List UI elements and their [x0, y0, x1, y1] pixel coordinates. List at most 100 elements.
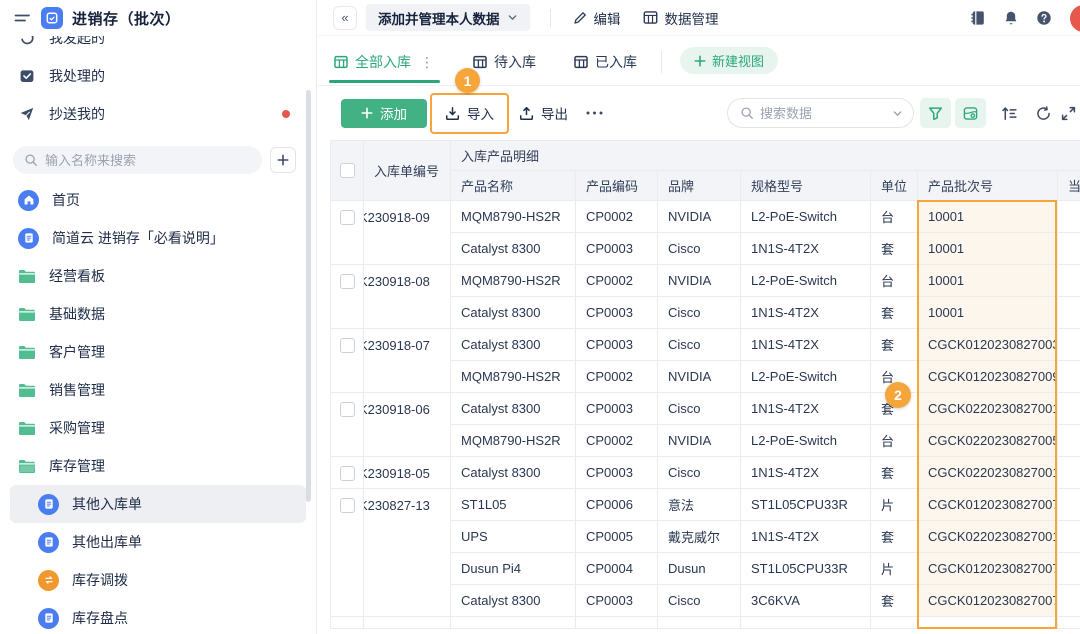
- cell-unit[interactable]: 套: [871, 297, 918, 329]
- cell-product-name[interactable]: MQM8790-HS2R: [451, 201, 576, 233]
- cell-batch-no[interactable]: CGCK0120230827003: [918, 329, 1058, 361]
- cell-batch-no[interactable]: CGCK0120230827007: [918, 553, 1058, 585]
- hamburger-menu-icon[interactable]: [14, 11, 32, 25]
- cell-product-code[interactable]: CP0002: [576, 425, 658, 457]
- cell-batch-no[interactable]: CGCK0220230827001: [918, 457, 1058, 489]
- cell-product-name[interactable]: MQM8790-HS2R: [451, 361, 576, 393]
- cell-brand[interactable]: Dusun: [658, 553, 741, 585]
- chevron-down-icon[interactable]: [892, 108, 903, 119]
- row-checkbox[interactable]: [331, 329, 364, 393]
- permission-mode-dropdown[interactable]: 添加并管理本人数据: [366, 4, 530, 31]
- cell-batch-no[interactable]: 10001: [918, 265, 1058, 297]
- cell-product-name[interactable]: MQM8790-HS2R: [451, 425, 576, 457]
- cell-spec[interactable]: L2-PoE-Switch: [741, 201, 871, 233]
- cell-product-code[interactable]: CP0003: [576, 329, 658, 361]
- cell-spec[interactable]: 1N1S-4T2X: [741, 393, 871, 425]
- filter-button[interactable]: [920, 98, 951, 128]
- table-row[interactable]: K230918-08MQM8790-HS2RCP0002NVIDIAL2-PoE…: [331, 265, 1080, 297]
- cell-product-code[interactable]: CP0006: [576, 489, 658, 521]
- cell-brand[interactable]: Cisco: [658, 585, 741, 617]
- cell-current-clipped[interactable]: [1058, 233, 1080, 265]
- cell-product-name[interactable]: Catalyst 8300: [451, 233, 576, 265]
- cell-batch-no[interactable]: CGCK0220230827001: [918, 521, 1058, 553]
- cell-product-code[interactable]: CP0002: [576, 265, 658, 297]
- sidebar-subitem[interactable]: 库存盘点: [10, 599, 306, 634]
- cell-unit[interactable]: 套: [871, 457, 918, 489]
- cell-product-name[interactable]: Catalyst 8300: [451, 393, 576, 425]
- cell-current-clipped[interactable]: [1058, 489, 1080, 521]
- sidebar-item-nav[interactable]: 采购管理: [10, 409, 306, 447]
- cell-spec[interactable]: 1N1S-4T2X: [741, 329, 871, 361]
- cell-product-code[interactable]: CP0004: [576, 553, 658, 585]
- cell-brand[interactable]: 意法: [658, 489, 741, 521]
- sidebar-item-workflow[interactable]: 我处理的: [10, 57, 306, 95]
- sort-button[interactable]: [1001, 106, 1017, 121]
- tab-pending-inbound[interactable]: 待入库: [471, 44, 538, 80]
- cell-spec[interactable]: L2-PoE-Switch: [741, 265, 871, 297]
- cell-product-code[interactable]: CP0003: [576, 585, 658, 617]
- table-row[interactable]: K230918-09MQM8790-HS2RCP0002NVIDIAL2-PoE…: [331, 201, 1080, 233]
- cell-product-code[interactable]: CP0002: [576, 361, 658, 393]
- cell-unit[interactable]: 套: [871, 521, 918, 553]
- cell-brand[interactable]: NVIDIA: [658, 201, 741, 233]
- sidebar-item-workflow[interactable]: 抄送我的: [10, 95, 306, 133]
- cell-current-clipped[interactable]: [1058, 585, 1080, 617]
- cell-current-clipped[interactable]: [1058, 329, 1080, 361]
- data-manage-button[interactable]: 数据管理: [643, 8, 719, 28]
- sidebar-subitem[interactable]: 其他出库单: [10, 523, 306, 561]
- cell-unit[interactable]: 片: [871, 553, 918, 585]
- cell-batch-no[interactable]: CGCK0120230827007: [918, 489, 1058, 521]
- import-button[interactable]: 导入: [430, 93, 509, 134]
- cell-spec[interactable]: ST1L05CPU33R: [741, 553, 871, 585]
- cell-order-no[interactable]: K230918-07: [364, 329, 451, 393]
- help-icon[interactable]: [1036, 10, 1052, 26]
- cell-current-clipped[interactable]: [1058, 393, 1080, 425]
- cell-unit[interactable]: 台: [871, 201, 918, 233]
- sidebar-subitem[interactable]: 库存调拨: [10, 561, 306, 599]
- table-row[interactable]: K230918-07Catalyst 8300CP0003Cisco1N1S-4…: [331, 329, 1080, 361]
- cell-product-name[interactable]: MQM8790-HS2R: [451, 265, 576, 297]
- contacts-icon[interactable]: [970, 10, 986, 26]
- cell-current-clipped[interactable]: [1058, 201, 1080, 233]
- row-checkbox[interactable]: [331, 393, 364, 457]
- tab-more-icon[interactable]: ⋮: [420, 54, 435, 71]
- cell-unit[interactable]: 台: [871, 425, 918, 457]
- cell-current-clipped[interactable]: [1058, 425, 1080, 457]
- cell-product-name[interactable]: ST1L05: [451, 489, 576, 521]
- cell-spec[interactable]: 3C6KVA: [741, 585, 871, 617]
- cell-order-no[interactable]: K230918-09: [364, 201, 451, 265]
- cell-product-code[interactable]: CP0002: [576, 201, 658, 233]
- cell-order-no[interactable]: K230918-06: [364, 393, 451, 457]
- cell-brand[interactable]: Cisco: [658, 297, 741, 329]
- new-view-button[interactable]: 新建视图: [680, 47, 778, 74]
- cell-product-name[interactable]: UPS: [451, 521, 576, 553]
- sidebar-item-nav[interactable]: 基础数据: [10, 295, 306, 333]
- sidebar-scrollbar[interactable]: [306, 90, 311, 502]
- sidebar-item-nav[interactable]: 首页: [10, 181, 306, 219]
- sidebar-item-nav[interactable]: 库存管理: [10, 447, 306, 485]
- cell-brand[interactable]: NVIDIA: [658, 361, 741, 393]
- cell-order-no[interactable]: K230827-13: [364, 489, 451, 617]
- row-checkbox[interactable]: [331, 489, 364, 617]
- cell-batch-no[interactable]: CGCK0220230827001: [918, 393, 1058, 425]
- row-checkbox[interactable]: [331, 265, 364, 329]
- edit-button[interactable]: 编辑: [573, 8, 621, 28]
- cell-unit[interactable]: 台: [871, 265, 918, 297]
- cell-batch-no[interactable]: 10001: [918, 297, 1058, 329]
- tab-done-inbound[interactable]: 已入库: [572, 44, 639, 80]
- cell-product-name[interactable]: Catalyst 8300: [451, 329, 576, 361]
- cell-batch-no[interactable]: CGCK0120230827009: [918, 361, 1058, 393]
- sidebar-search-box[interactable]: [13, 146, 262, 174]
- cell-brand[interactable]: Cisco: [658, 393, 741, 425]
- notifications-icon[interactable]: [1003, 10, 1019, 26]
- select-all-checkbox[interactable]: [331, 141, 364, 201]
- add-record-button[interactable]: 添加: [341, 99, 427, 128]
- cell-unit[interactable]: 套: [871, 233, 918, 265]
- data-search-input[interactable]: [760, 106, 886, 121]
- cell-brand[interactable]: Cisco: [658, 457, 741, 489]
- more-actions-icon[interactable]: [586, 111, 603, 115]
- cell-batch-no[interactable]: 10001: [918, 201, 1058, 233]
- cell-product-name[interactable]: Catalyst 8300: [451, 457, 576, 489]
- sidebar-item-nav[interactable]: 客户管理: [10, 333, 306, 371]
- cell-batch-no[interactable]: CGCK0220230827005: [918, 425, 1058, 457]
